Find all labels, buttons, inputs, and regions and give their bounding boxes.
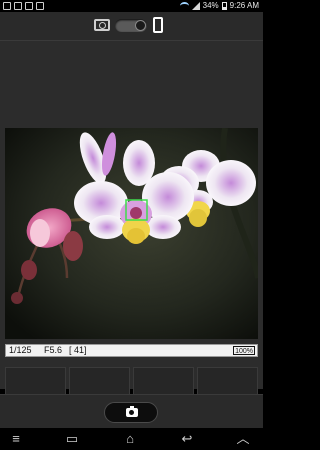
recent-apps-icon[interactable]: ▭ [62,432,82,446]
wifi-icon [179,2,189,10]
toggle-knob[interactable] [135,20,146,31]
home-icon[interactable]: ⌂ [120,432,140,446]
top-bar [0,12,263,41]
navigation-bar: ≡ ▭ ⌂ ↩ ︿ [0,428,263,450]
battery-icon [221,2,227,10]
camera-mode-icon[interactable] [94,19,110,31]
menu-icon[interactable]: ≡ [6,432,26,446]
mode-toggle[interactable] [115,19,147,32]
battery-percent: 34% [202,1,219,10]
live-view-image[interactable] [5,128,258,339]
back-icon[interactable]: ↩ [177,432,197,446]
photo-icon [36,2,44,10]
remaining-shots: [ 41] [69,345,87,355]
exposure-info-bar: 1/125 F5.6 [ 41] 100% [5,344,258,357]
clock: 9:26 AM [229,1,259,10]
camera-battery-indicator: 100% [233,346,255,355]
camera-icon [126,406,138,417]
system-status: 34% 9:26 AM [179,0,259,12]
bottom-bar [0,394,263,429]
aperture-value: F5.6 [44,345,63,355]
signal-icon [191,2,200,10]
status-bar: 34% 9:26 AM [0,0,263,12]
phone-mode-icon[interactable] [153,17,163,33]
shutter-button[interactable] [104,402,158,423]
shutter-speed: 1/125 [9,345,32,355]
media-icon [14,2,22,10]
gallery-icon [3,2,11,10]
notification-icons [3,2,44,10]
orchid-photo [5,128,258,339]
download-icon [25,2,33,10]
main-area: 1/125 F5.6 [ 41] 100% [0,41,263,429]
up-arrow-icon[interactable]: ︿ [233,432,253,446]
